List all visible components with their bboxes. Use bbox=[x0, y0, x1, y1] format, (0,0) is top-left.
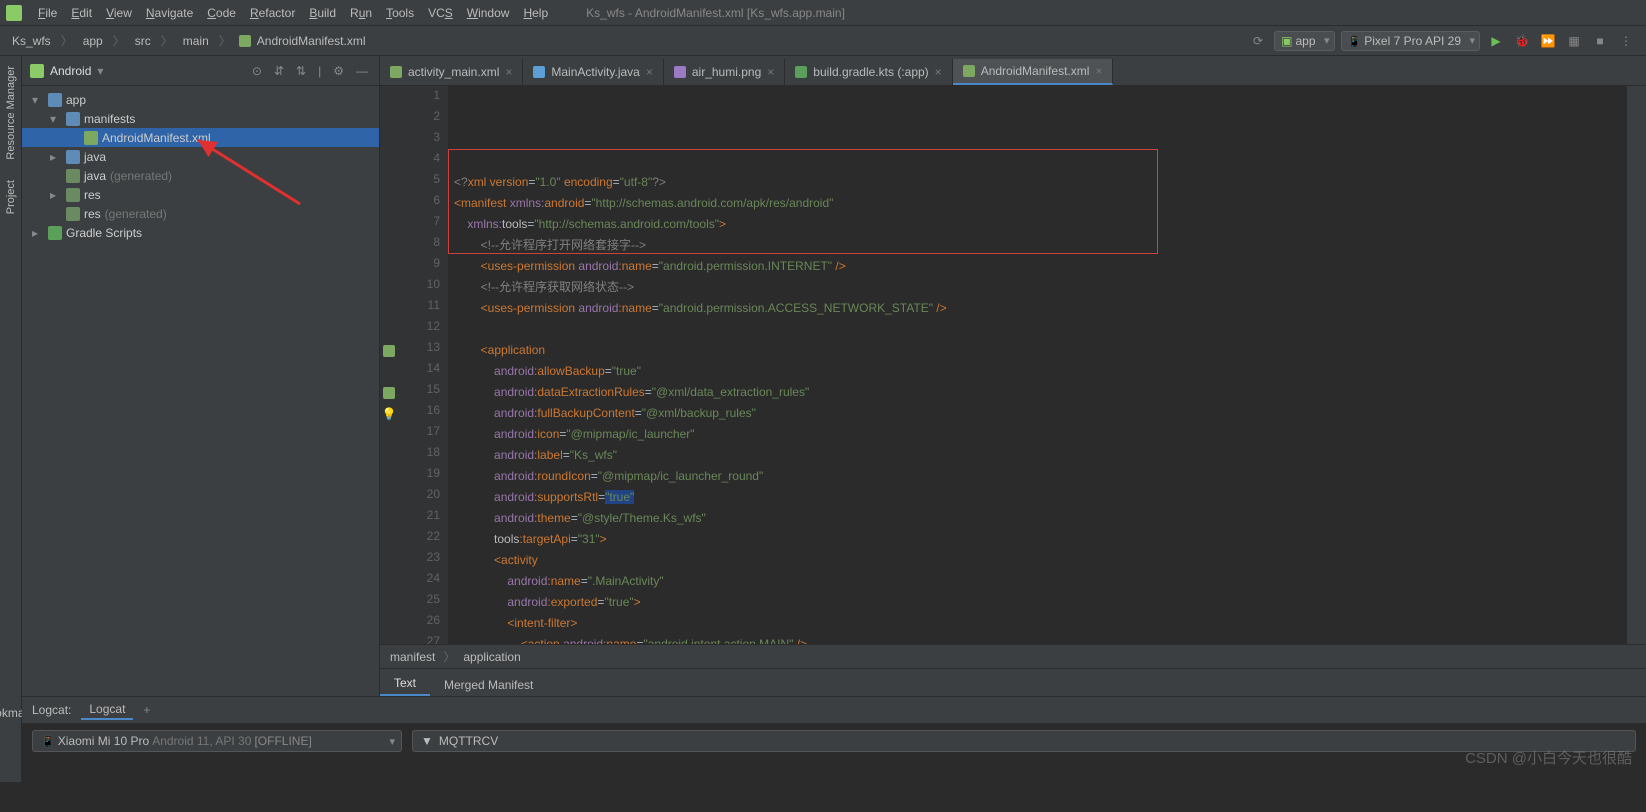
gear-icon[interactable]: ⚙ bbox=[330, 64, 347, 78]
close-icon[interactable]: × bbox=[767, 65, 774, 79]
close-icon[interactable]: × bbox=[646, 65, 653, 79]
navigation-bar: Ks_wfs〉 app〉 src〉 main〉 AndroidManifest.… bbox=[0, 26, 1646, 56]
collapse-icon[interactable]: ⇅ bbox=[293, 64, 309, 78]
android-icon bbox=[30, 64, 44, 78]
filter-icon: ▼ bbox=[421, 734, 433, 748]
watermark: CSDN @小白今天也很酷 bbox=[1465, 747, 1632, 768]
logcat-device-combo[interactable]: 📱 Xiaomi Mi 10 Pro Android 11, API 30 [O… bbox=[32, 730, 402, 752]
crumb-app[interactable]: app bbox=[81, 34, 105, 48]
menu-run[interactable]: Run bbox=[344, 4, 378, 22]
tree-item-res[interactable]: res (generated) bbox=[22, 204, 379, 223]
menu-file[interactable]: File bbox=[32, 4, 63, 22]
tree-item-app[interactable]: ▾app bbox=[22, 90, 379, 109]
tree-item-manifests[interactable]: ▾manifests bbox=[22, 109, 379, 128]
tree-item-res[interactable]: ▸res bbox=[22, 185, 379, 204]
logcat-label: Logcat: bbox=[32, 703, 71, 717]
menu-code[interactable]: Code bbox=[201, 4, 242, 22]
crumb-application[interactable]: application bbox=[463, 650, 520, 664]
tab-text[interactable]: Text bbox=[380, 672, 430, 696]
crumb-manifest[interactable]: manifest bbox=[390, 650, 435, 664]
tree-item-java[interactable]: java (generated) bbox=[22, 166, 379, 185]
tab-merged[interactable]: Merged Manifest bbox=[430, 674, 547, 696]
coverage-button[interactable]: ▦ bbox=[1564, 31, 1584, 51]
logcat-tab[interactable]: Logcat bbox=[81, 700, 133, 720]
rail-resource-manager[interactable]: Resource Manager bbox=[5, 66, 17, 160]
crumb-src[interactable]: src bbox=[133, 34, 153, 48]
locate-icon[interactable]: ⊙ bbox=[249, 64, 265, 78]
hide-icon[interactable]: — bbox=[353, 64, 371, 78]
right-gutter bbox=[1626, 86, 1646, 644]
tree-item-Gradle-Scripts[interactable]: ▸Gradle Scripts bbox=[22, 223, 379, 242]
rail-project[interactable]: Project bbox=[5, 180, 17, 214]
xml-icon bbox=[239, 35, 251, 47]
menu-tools[interactable]: Tools bbox=[380, 4, 420, 22]
menu-view[interactable]: View bbox=[100, 4, 138, 22]
menu-edit[interactable]: Edit bbox=[65, 4, 98, 22]
window-title: Ks_wfs - AndroidManifest.xml [Ks_wfs.app… bbox=[586, 6, 845, 20]
app-logo-icon bbox=[6, 5, 22, 21]
project-view-mode[interactable]: Android bbox=[50, 64, 91, 78]
run-button[interactable]: ▶ bbox=[1486, 31, 1506, 51]
stop-button[interactable]: ■ bbox=[1590, 31, 1610, 51]
sync-icon[interactable]: ⟳ bbox=[1248, 31, 1268, 51]
logcat-filter-input[interactable]: ▼ MQTTRCV bbox=[412, 730, 1636, 752]
code-breadcrumb: manifest〉 application bbox=[380, 644, 1646, 668]
gutter-marks: 💡 bbox=[380, 86, 398, 644]
chevron-down-icon[interactable]: ▾ bbox=[97, 64, 103, 78]
expand-icon[interactable]: ⇵ bbox=[271, 64, 287, 78]
close-icon[interactable]: × bbox=[505, 65, 512, 79]
debug-button[interactable]: 🐞 bbox=[1512, 31, 1532, 51]
tree-item-java[interactable]: ▸java bbox=[22, 147, 379, 166]
device-combo[interactable]: 📱 Pixel 7 Pro API 29 bbox=[1341, 31, 1481, 51]
menu-help[interactable]: Help bbox=[517, 4, 554, 22]
menu-navigate[interactable]: Navigate bbox=[140, 4, 199, 22]
tree-item-AndroidManifest-xml[interactable]: AndroidManifest.xml bbox=[22, 128, 379, 147]
gutter: 1234567891011121314151617181920212223242… bbox=[398, 86, 448, 644]
left-tool-rail: Resource Manager Project bbox=[0, 56, 22, 696]
divider: | bbox=[315, 64, 324, 78]
project-tree[interactable]: ▾app▾manifestsAndroidManifest.xml▸javaja… bbox=[22, 86, 379, 246]
editor-tabs: activity_main.xml×MainActivity.java×air_… bbox=[380, 56, 1646, 86]
add-tab-icon[interactable]: + bbox=[143, 703, 150, 717]
more-icon[interactable]: ⋮ bbox=[1616, 31, 1636, 51]
menu-window[interactable]: Window bbox=[461, 4, 516, 22]
tab-air_humi-png[interactable]: air_humi.png× bbox=[664, 59, 785, 85]
crumb-root[interactable]: Ks_wfs bbox=[10, 34, 53, 48]
crumb-main[interactable]: main bbox=[181, 34, 211, 48]
menu-refactor[interactable]: Refactor bbox=[244, 4, 301, 22]
android-gutter-icon[interactable] bbox=[383, 387, 395, 399]
tab-activity_main-xml[interactable]: activity_main.xml× bbox=[380, 59, 523, 85]
project-panel: Android ▾ ⊙ ⇵ ⇅ | ⚙ — ▾app▾manifestsAndr… bbox=[22, 56, 380, 696]
tab-MainActivity-java[interactable]: MainActivity.java× bbox=[523, 59, 664, 85]
menubar: File Edit View Navigate Code Refactor Bu… bbox=[0, 0, 1646, 26]
crumb-file[interactable]: AndroidManifest.xml bbox=[255, 34, 368, 48]
menu-build[interactable]: Build bbox=[303, 4, 342, 22]
left-tool-rail-bottom: Bookmarks bbox=[0, 696, 22, 782]
close-icon[interactable]: × bbox=[1095, 64, 1102, 78]
close-icon[interactable]: × bbox=[935, 65, 942, 79]
tab-AndroidManifest-xml[interactable]: AndroidManifest.xml× bbox=[953, 59, 1114, 85]
run-config-combo[interactable]: ▣ app bbox=[1274, 31, 1334, 51]
profile-button[interactable]: ⏩ bbox=[1538, 31, 1558, 51]
android-gutter-icon[interactable] bbox=[383, 345, 395, 357]
menu-vcs[interactable]: VCS bbox=[422, 4, 459, 22]
bulb-icon[interactable]: 💡 bbox=[382, 407, 397, 421]
tab-build-gradle-kts-app-[interactable]: build.gradle.kts (:app)× bbox=[785, 59, 952, 85]
code-editor[interactable]: <?xml version="1.0" encoding="utf-8"?><m… bbox=[448, 86, 1626, 644]
editor-mode-tabs: Text Merged Manifest bbox=[380, 668, 1646, 696]
logcat-bar: Logcat: Logcat + bbox=[22, 696, 1646, 722]
